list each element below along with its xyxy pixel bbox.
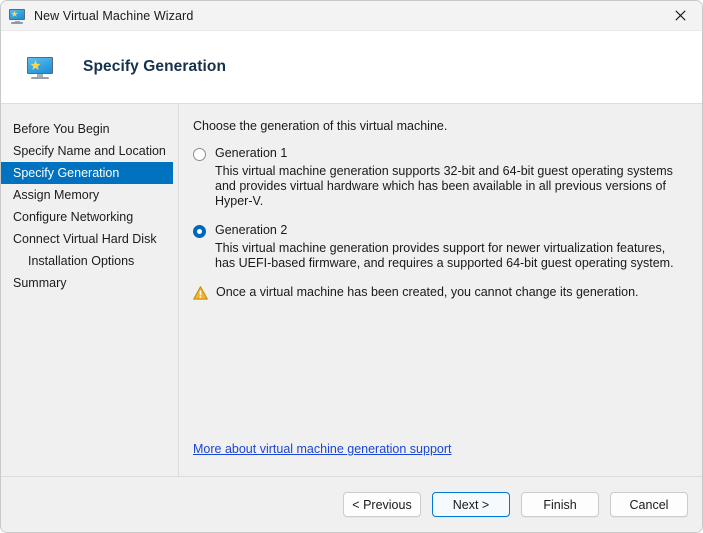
window-title: New Virtual Machine Wizard [34,8,194,23]
radio-button-generation-2[interactable] [193,225,206,238]
page-header: Specify Generation [1,31,702,104]
wizard-body: Before You Begin Specify Name and Locati… [1,104,702,476]
warning-triangle-icon [193,286,208,300]
sidebar-item-configure-networking[interactable]: Configure Networking [1,206,173,228]
sidebar-item-specify-generation[interactable]: Specify Generation [1,162,173,184]
sidebar-item-label: Connect Virtual Hard Disk [13,232,157,246]
more-about-generation-support-link[interactable]: More about virtual machine generation su… [193,442,451,456]
wizard-content: Choose the generation of this virtual ma… [179,104,702,476]
virtual-machine-monitor-icon [9,8,25,24]
radio-label-generation-1: Generation 1 [215,146,288,160]
warning-text: Once a virtual machine has been created,… [216,285,639,299]
sidebar-item-label: Summary [13,276,67,290]
radio-label-generation-2: Generation 2 [215,223,288,237]
close-icon [674,10,686,21]
previous-button[interactable]: < Previous [343,492,421,517]
sidebar-item-label: Assign Memory [13,188,100,202]
sidebar-item-installation-options[interactable]: Installation Options [1,250,173,272]
cancel-button[interactable]: Cancel [610,492,688,517]
wizard-steps-sidebar: Before You Begin Specify Name and Locati… [1,104,179,476]
wizard-footer: < Previous Next > Finish Cancel [1,476,702,532]
titlebar: New Virtual Machine Wizard [1,1,702,31]
sidebar-item-before-you-begin[interactable]: Before You Begin [1,118,173,140]
sidebar-item-label: Installation Options [28,254,135,268]
wizard-window: New Virtual Machine Wizard Specify Gener… [0,0,703,533]
finish-button[interactable]: Finish [521,492,599,517]
sidebar-item-assign-memory[interactable]: Assign Memory [1,184,173,206]
link-container: More about virtual machine generation su… [193,440,451,458]
page-title: Specify Generation [83,58,227,75]
radio-option-generation-1[interactable]: Generation 1 [193,146,688,161]
virtual-machine-monitor-icon [27,57,53,79]
next-button[interactable]: Next > [432,492,510,517]
sidebar-item-specify-name-and-location[interactable]: Specify Name and Location [1,140,173,162]
description-generation-1: This virtual machine generation supports… [215,164,673,208]
sidebar-item-label: Before You Begin [13,122,110,136]
sidebar-item-summary[interactable]: Summary [1,272,173,294]
sidebar-item-connect-virtual-hard-disk[interactable]: Connect Virtual Hard Disk [1,228,173,250]
close-button[interactable] [658,1,702,31]
sidebar-item-label: Specify Generation [13,166,120,180]
sidebar-item-label: Specify Name and Location [13,144,166,158]
radio-option-generation-2[interactable]: Generation 2 [193,223,688,238]
radio-button-generation-1[interactable] [193,148,206,161]
warning-row: Once a virtual machine has been created,… [193,285,688,300]
instruction-text: Choose the generation of this virtual ma… [193,119,448,133]
sidebar-item-label: Configure Networking [13,210,134,224]
description-generation-2: This virtual machine generation provides… [215,241,674,270]
